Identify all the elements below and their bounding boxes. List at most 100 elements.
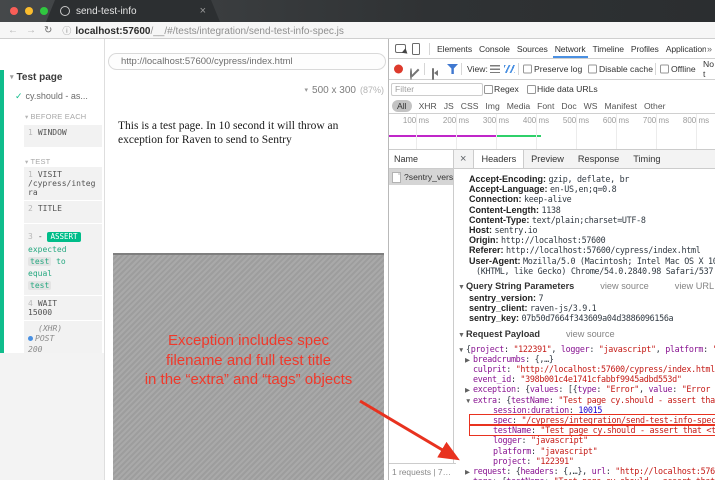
viewport-selector[interactable]: ▾500 x 300(87%) [305,85,384,96]
collapse-caret-icon[interactable]: ▾ [10,74,14,81]
back-icon[interactable]: ← [8,25,18,36]
collapse-caret-icon[interactable]: ▾ [25,114,28,121]
query-param-line: sentry_key: 07b50d7664f343609a04d3886096… [458,313,715,323]
disable-cache-checkbox[interactable] [588,65,597,74]
request-header-line: Host: sentry.io [458,225,715,235]
overview-toggle-icon[interactable] [504,65,515,73]
close-icon[interactable]: × [460,153,466,165]
preserve-log-checkbox[interactable] [523,65,532,74]
hide-data-urls-label: Hide data URLs [537,84,598,94]
assert-dash: - [38,232,43,241]
type-filter-other[interactable]: Other [644,101,666,111]
test-body-section[interactable]: ▾TEST [25,157,104,166]
offline-checkbox[interactable] [660,65,669,74]
type-filter-doc[interactable]: Doc [561,101,576,111]
payload-line-highlighted: testName: "Test page cy.should - assert … [470,425,715,435]
filter-input[interactable] [391,83,483,96]
devtools-tab-timeline[interactable]: Timeline [591,39,626,58]
xhr-dot-icon [28,336,33,341]
type-filter-img[interactable]: Img [485,101,499,111]
details-tab-timing[interactable]: Timing [626,150,667,168]
browser-tab-strip: send-test-info × [0,0,715,22]
details-tab-headers[interactable]: Headers [473,150,524,168]
command-number: 3 [28,232,33,241]
payload-line[interactable]: ▶breadcrumbs: {,…} [465,354,715,364]
screenshot-capture-icon[interactable] [432,68,434,80]
command-name: WAIT [38,299,57,308]
minimize-window-button[interactable] [25,7,33,15]
reload-icon[interactable]: ↻ [44,25,52,36]
type-filter-media[interactable]: Media [507,101,530,111]
annotation-line: Exception includes spec [113,331,384,351]
query-param-line: sentry_client: raven-js/3.9.1 [458,303,715,313]
type-filter-manifest[interactable]: Manifest [605,101,637,111]
devtools-tab-elements[interactable]: Elements [435,39,474,58]
record-icon[interactable] [394,65,403,74]
browser-tab[interactable]: send-test-info × [46,0,220,22]
request-header-line: Content-Length: 1138 [458,205,715,215]
details-tab-preview[interactable]: Preview [524,150,571,168]
command-visit[interactable]: 1VISIT /cypress/integra [24,167,102,200]
payload-line[interactable]: ▶exception: {values: [{type: "Error", va… [465,384,715,394]
test-result-row[interactable]: ✓cy.should - as... [15,91,104,102]
forward-icon[interactable]: → [26,25,36,36]
tree-caret-icon[interactable]: ▼ [458,346,466,354]
regex-checkbox[interactable] [484,85,493,94]
inspect-element-icon[interactable] [395,44,406,53]
type-filter-all[interactable]: All [392,100,412,112]
command-wait[interactable]: 4WAIT 15000 [24,296,102,320]
tree-caret-icon[interactable]: ▼ [465,397,473,405]
view-source-link[interactable]: view source [600,281,649,291]
device-toolbar-icon[interactable] [412,43,420,55]
type-filter-ws[interactable]: WS [584,101,598,111]
request-row-selected[interactable]: ?sentry_vers… [389,169,453,185]
details-tab-response[interactable]: Response [571,150,626,168]
expand-caret-icon[interactable]: ▼ [458,282,466,293]
before-each-section[interactable]: ▾BEFORE EACH [25,112,104,121]
zoom-window-button[interactable] [40,7,48,15]
payload-line[interactable]: ▼{project: "122391", logger: "javascript… [458,344,715,354]
payload-line[interactable]: ▼extra: {testName: "Test page cy.should … [465,395,715,405]
tree-caret-icon[interactable]: ▶ [465,468,473,476]
type-filter-js[interactable]: JS [444,101,454,111]
devtools-tab-network[interactable]: Network [553,39,588,58]
chevron-down-icon[interactable]: ▾ [305,87,309,94]
tree-caret-icon[interactable]: ▶ [465,386,473,394]
expand-caret-icon[interactable]: ▼ [458,330,466,341]
type-filter-font[interactable]: Font [537,101,554,111]
name-column-header[interactable]: Name [389,150,453,169]
tree-caret-icon[interactable]: ▶ [465,356,473,364]
devtools-tab-profiles[interactable]: Profiles [629,39,661,58]
collapse-caret-icon[interactable]: ▾ [25,159,28,166]
command-assert[interactable]: 3- ASSERT expected test to equal test [24,224,102,295]
suite-test-page[interactable]: ▾Test page [10,72,104,83]
network-filter-row: Regex Hide data URLs [389,80,715,98]
address-field[interactable]: ⓘlocalhost:57600/__/#/tests/integration/… [62,24,344,37]
clear-icon[interactable] [410,68,412,80]
command-title[interactable]: 2TITLE [24,201,102,223]
payload-line[interactable]: ▶tags: {testName: "Test page cy.should -… [465,476,715,480]
throttling-select[interactable]: No t [703,59,715,79]
tab-close-icon[interactable]: × [200,5,206,17]
divider [461,63,462,75]
request-payload-section-header[interactable]: ▼Request Payloadview source [458,329,715,341]
view-source-link[interactable]: view source [566,329,615,339]
requests-table: Name ?sentry_vers… 1 requests | 7… [389,150,454,480]
query-string-section-header[interactable]: ▼Query String Parametersview sourceview … [458,281,715,293]
filter-funnel-icon[interactable] [447,64,458,74]
more-tabs-chevron[interactable]: » [707,44,712,54]
view-url-encoded-link[interactable]: view URL encoded [675,281,715,291]
type-filter-css[interactable]: CSS [461,101,479,111]
devtools-tab-application[interactable]: Application [664,39,706,58]
command-window[interactable]: 1WINDOW [24,125,102,147]
page-info-icon[interactable]: ⓘ [62,26,71,36]
payload-line[interactable]: ▶request: {headers: {,…}, url: "http://l… [465,466,715,476]
list-view-icon[interactable] [490,65,500,73]
hide-data-urls-checkbox[interactable] [527,85,536,94]
type-filter-xhr[interactable]: XHR [419,101,437,111]
annotation-line: filename and full test title [113,351,384,371]
command-name: TITLE [38,204,62,213]
devtools-tab-sources[interactable]: Sources [515,39,550,58]
close-window-button[interactable] [10,7,18,15]
devtools-tab-console[interactable]: Console [477,39,512,58]
